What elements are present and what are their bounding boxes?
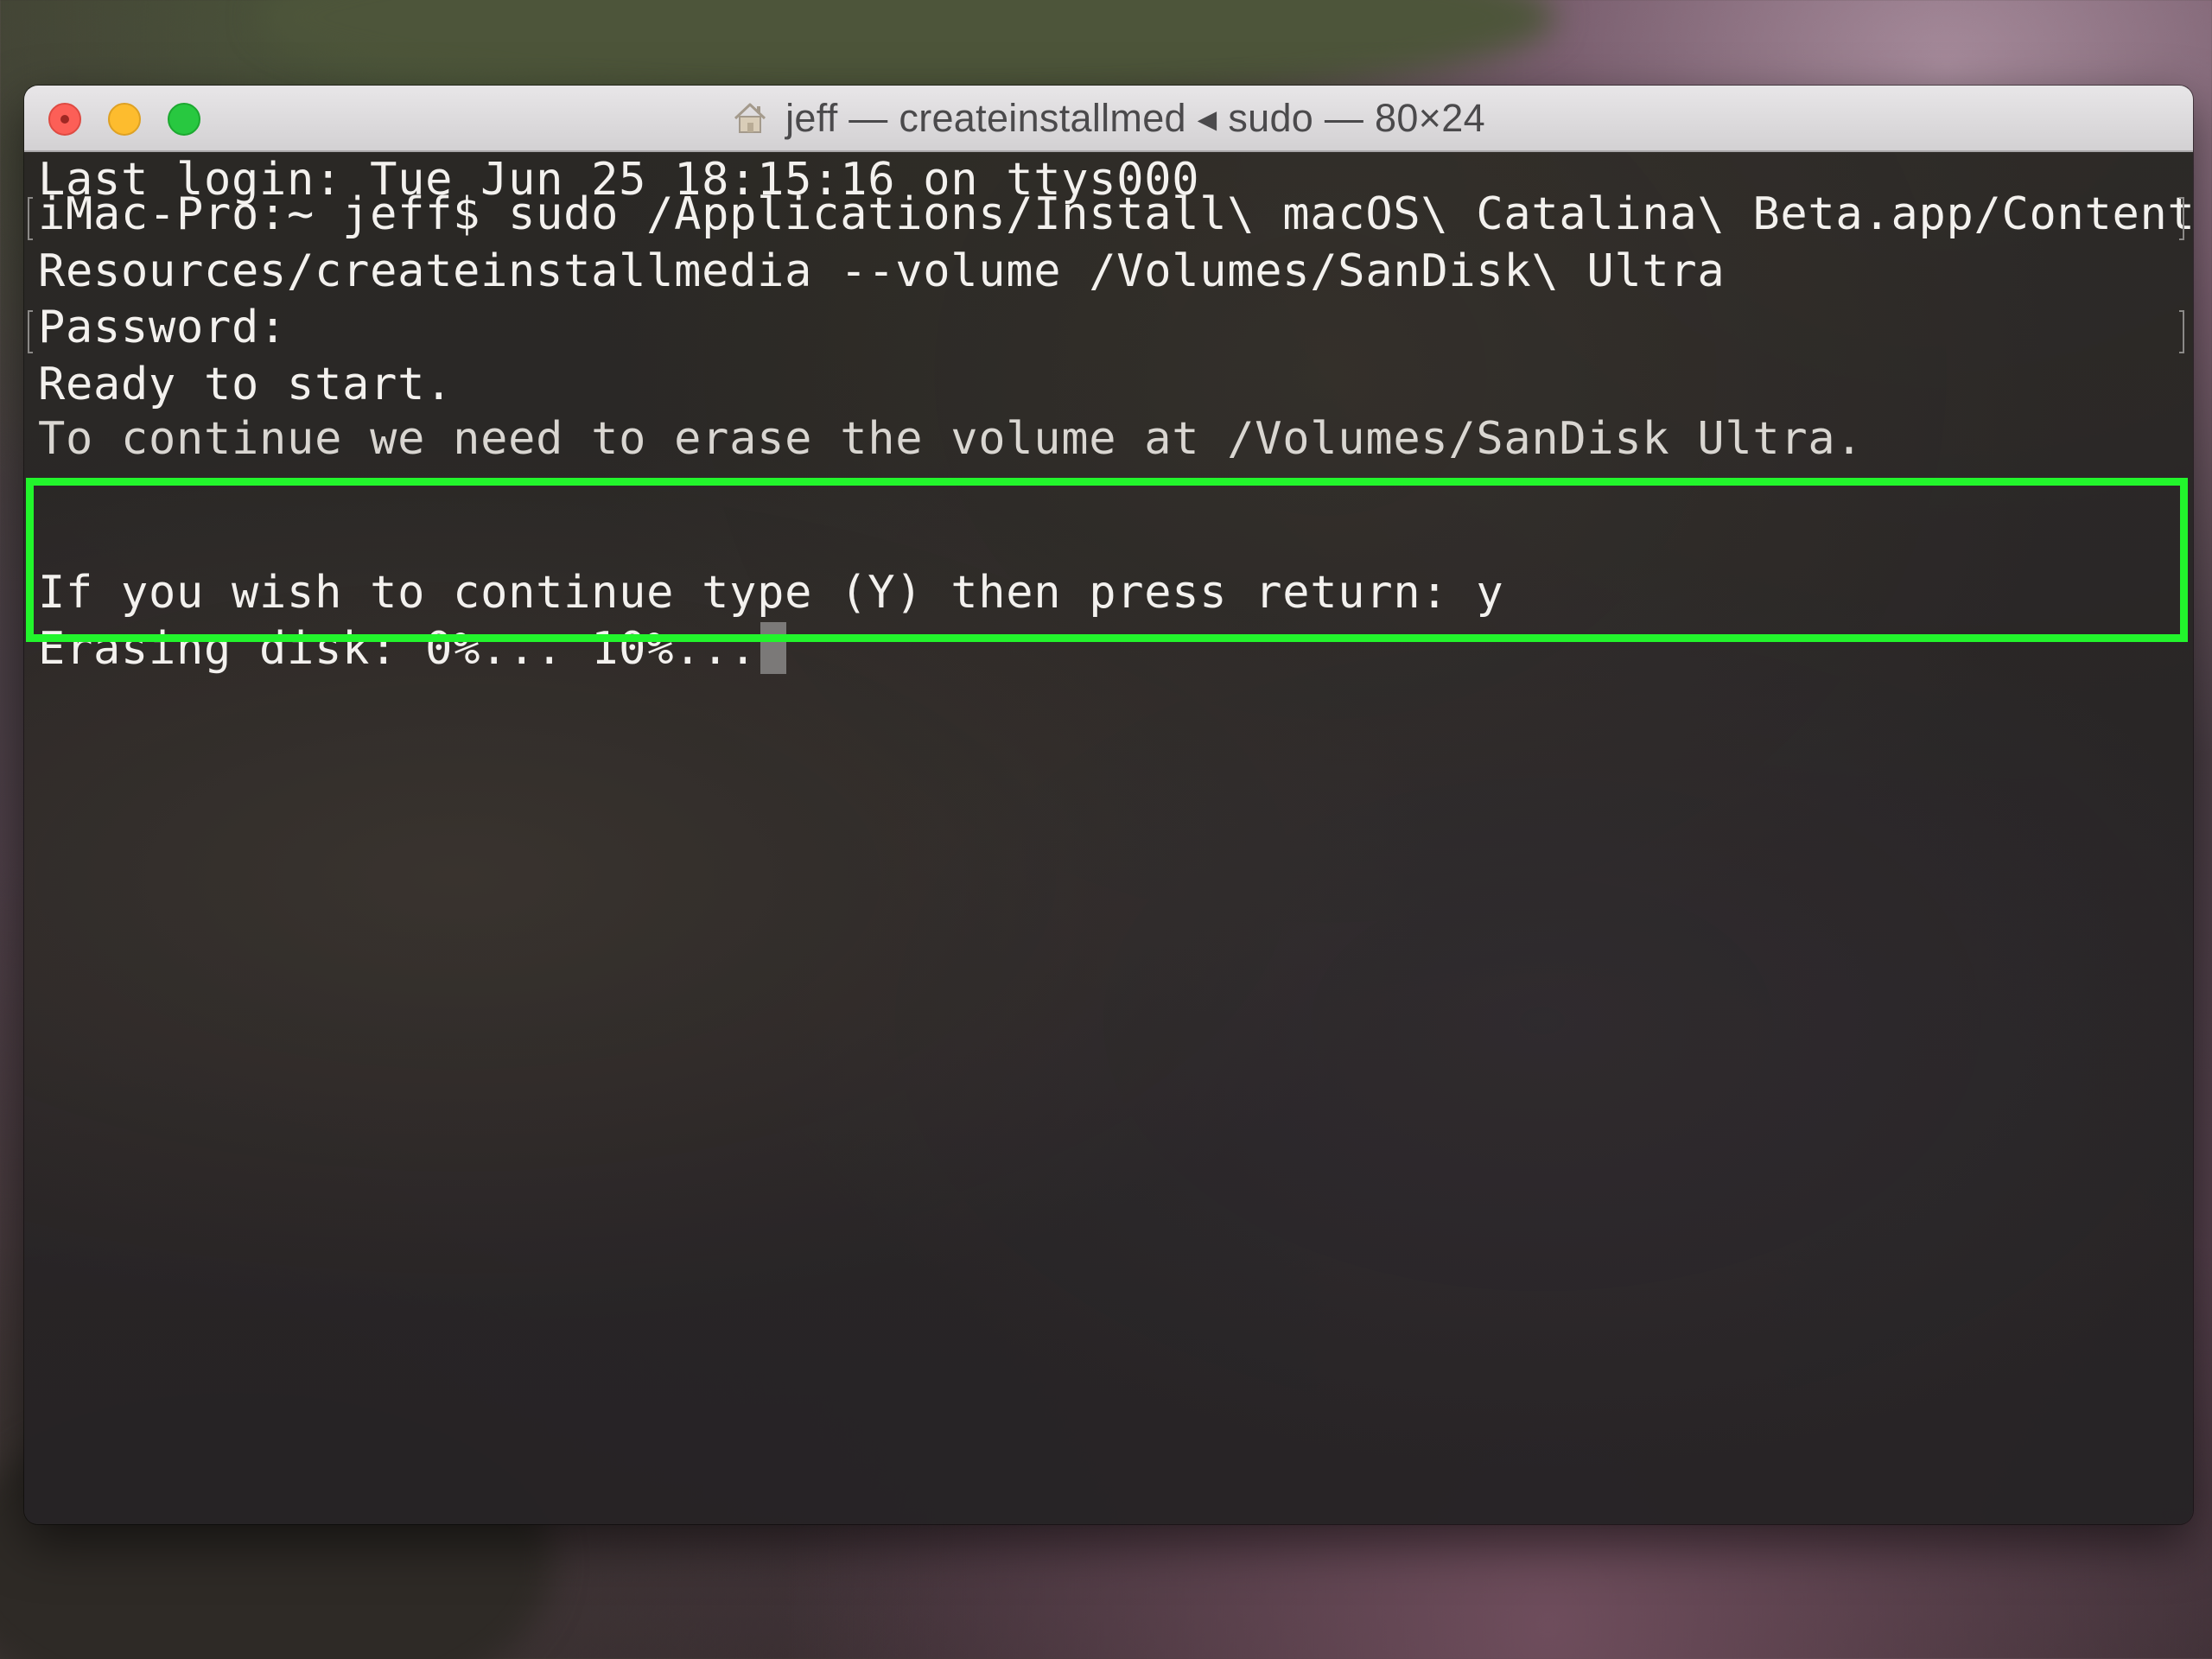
command-mark-left [28, 310, 33, 353]
terminal-line: Resources/createinstallmedia --volume /V… [38, 245, 1726, 297]
highlight-annotation-box [26, 478, 2188, 642]
command-mark-right [2179, 310, 2184, 353]
home-folder-icon [734, 103, 766, 133]
command-mark-left [28, 197, 33, 240]
terminal-line: Password: [38, 302, 288, 353]
terminal-line: Ready to start. [38, 359, 454, 410]
terminal-output[interactable]: Last login: Tue Jun 25 18:15:16 on ttys0… [24, 152, 2193, 1524]
window-titlebar[interactable]: jeff — createinstallmed ◂ sudo — 80×24 [24, 86, 2193, 152]
window-title-area: jeff — createinstallmed ◂ sudo — 80×24 [24, 86, 2193, 150]
terminal-line: To continue we need to erase the volume … [38, 413, 1864, 465]
window-title: jeff — createinstallmed ◂ sudo — 80×24 [785, 96, 1485, 140]
command-mark-right [2179, 197, 2184, 240]
terminal-scrollback: Last login: Tue Jun 25 18:15:16 on ttys0… [24, 152, 2193, 534]
terminal-window[interactable]: jeff — createinstallmed ◂ sudo — 80×24 L… [24, 86, 2193, 1524]
terminal-line: iMac-Pro:~ jeff$ sudo /Applications/Inst… [38, 188, 2193, 240]
